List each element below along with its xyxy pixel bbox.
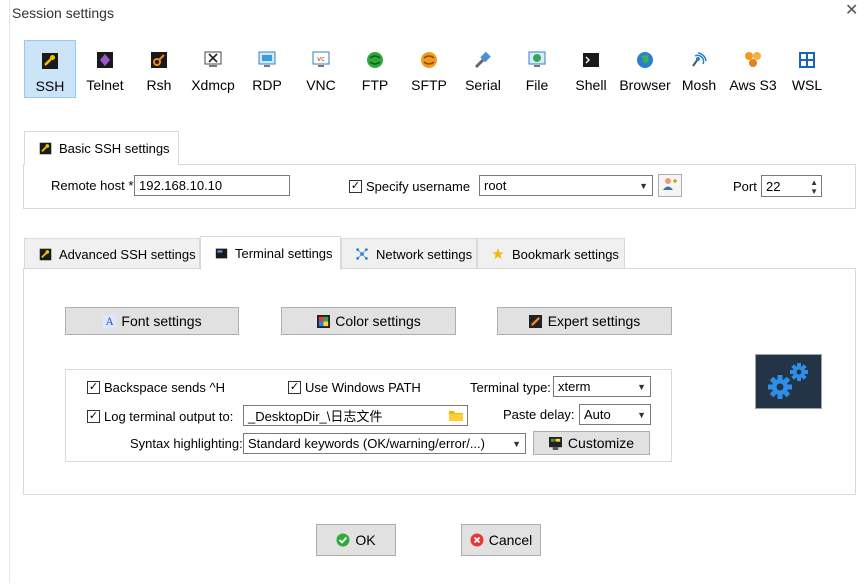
protocol-aws-s3[interactable]: Aws S3 [727, 40, 779, 98]
protocol-shell[interactable]: Shell [565, 40, 617, 98]
network-icon [354, 246, 370, 262]
palette-icon [316, 314, 330, 328]
rsh-icon [148, 49, 170, 71]
user-picker-button[interactable] [658, 174, 682, 197]
gears-icon [755, 354, 822, 409]
spin-down-icon[interactable]: ▼ [810, 188, 818, 196]
telnet-icon [94, 49, 116, 71]
protocol-serial[interactable]: Serial [457, 40, 509, 98]
syntax-highlighting-combo[interactable]: Standard keywords (OK/warning/error/...)… [243, 433, 526, 454]
expert-icon [529, 314, 543, 328]
protocol-rsh[interactable]: Rsh [133, 40, 185, 98]
tab-label: Basic SSH settings [59, 141, 170, 156]
font-icon: A [102, 314, 116, 328]
remote-host-input[interactable]: 192.168.10.10 [134, 175, 290, 196]
checkbox-checked-icon: ✓ [349, 180, 362, 193]
customize-icon [549, 436, 563, 450]
tab-network-settings[interactable]: Network settings [341, 238, 477, 269]
ssh-key-icon [37, 141, 53, 157]
log-path-input[interactable]: _DesktopDir_\日志文件 [243, 405, 468, 426]
svg-text:vc: vc [317, 55, 325, 63]
ssh-key-icon [39, 50, 61, 72]
paste-delay-label: Paste delay: [503, 407, 575, 422]
protocol-file[interactable]: File [511, 40, 563, 98]
ok-button[interactable]: OK [316, 524, 396, 556]
chevron-down-icon: ▼ [512, 438, 521, 449]
backspace-checkbox[interactable]: ✓ Backspace sends ^H [87, 380, 225, 395]
specify-username-checkbox[interactable]: ✓ Specify username [349, 179, 470, 194]
protocol-rdp[interactable]: RDP [241, 40, 293, 98]
syntax-highlighting-label: Syntax highlighting: [130, 436, 243, 451]
windows-path-checkbox[interactable]: ✓ Use Windows PATH [288, 380, 421, 395]
mosh-icon [688, 49, 710, 71]
wsl-icon [796, 49, 818, 71]
font-settings-button[interactable]: A Font settings [65, 307, 239, 335]
xdmcp-icon [202, 49, 224, 71]
rdp-icon [256, 49, 278, 71]
tab-terminal-settings[interactable]: Terminal settings [200, 236, 341, 270]
protocol-ssh[interactable]: SSH [24, 40, 76, 98]
cancel-button[interactable]: Cancel [461, 524, 541, 556]
chevron-down-icon: ▼ [639, 180, 648, 191]
serial-icon [472, 49, 494, 71]
protocol-wsl[interactable]: WSL [781, 40, 833, 98]
user-icon [662, 176, 678, 195]
paste-delay-combo[interactable]: Auto ▼ [579, 404, 651, 425]
terminal-icon [213, 246, 229, 262]
expert-settings-button[interactable]: Expert settings [497, 307, 672, 335]
checkbox-checked-icon: ✓ [87, 410, 100, 423]
terminal-type-combo[interactable]: xterm ▼ [553, 376, 651, 397]
protocol-browser[interactable]: Browser [619, 40, 671, 98]
color-settings-button[interactable]: Color settings [281, 307, 456, 335]
protocol-vnc[interactable]: vc VNC [295, 40, 347, 98]
terminal-type-label: Terminal type: [470, 380, 551, 395]
protocol-ftp[interactable]: FTP [349, 40, 401, 98]
customize-button[interactable]: Customize [533, 431, 650, 455]
chevron-down-icon: ▼ [637, 381, 646, 392]
tab-bookmark-settings[interactable]: ★ Bookmark settings [477, 238, 625, 269]
folder-icon[interactable] [448, 408, 464, 425]
window-title: Session settings [12, 5, 114, 21]
vnc-icon: vc [310, 49, 332, 71]
aws-s3-icon [742, 49, 764, 71]
spin-up-icon[interactable]: ▲ [810, 179, 818, 187]
ssh-key-icon [37, 246, 53, 262]
browser-icon [634, 49, 656, 71]
svg-text:A: A [105, 317, 114, 328]
port-spinner[interactable]: 22 ▲ ▼ [761, 175, 822, 197]
chevron-down-icon: ▼ [637, 409, 646, 420]
checkbox-checked-icon: ✓ [87, 381, 100, 394]
checkbox-checked-icon: ✓ [288, 381, 301, 394]
sftp-icon [418, 49, 440, 71]
remote-host-label: Remote host * [51, 178, 134, 193]
check-circle-icon [336, 533, 350, 547]
protocol-xdmcp[interactable]: Xdmcp [187, 40, 239, 98]
protocol-sftp[interactable]: SFTP [403, 40, 455, 98]
close-icon[interactable]: ✕ [845, 3, 858, 19]
log-output-checkbox[interactable]: ✓ Log terminal output to: [87, 409, 233, 424]
port-label: Port [733, 179, 757, 194]
tab-advanced-ssh-settings[interactable]: Advanced SSH settings [24, 238, 200, 269]
protocol-mosh[interactable]: Mosh [673, 40, 725, 98]
star-icon: ★ [491, 246, 505, 263]
username-combo[interactable]: root ▼ [479, 175, 653, 196]
protocol-telnet[interactable]: Telnet [79, 40, 131, 98]
file-icon [526, 49, 548, 71]
shell-icon [580, 49, 602, 71]
ftp-icon [364, 49, 386, 71]
tab-basic-ssh-settings[interactable]: Basic SSH settings [24, 131, 179, 165]
cancel-circle-icon [470, 533, 484, 547]
